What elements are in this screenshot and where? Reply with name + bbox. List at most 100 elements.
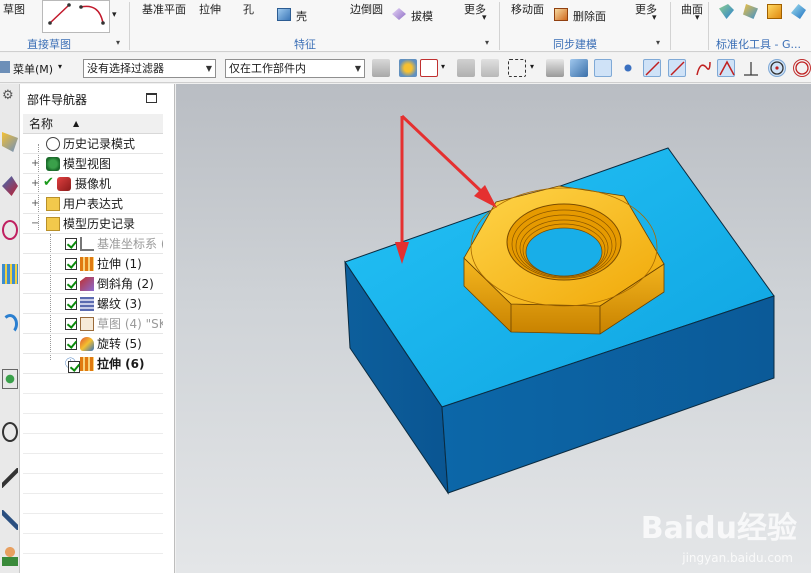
standard-part-icon[interactable] bbox=[719, 4, 734, 19]
edge-blend-button[interactable]: 边倒圆 bbox=[350, 1, 383, 17]
more-chevron-icon[interactable]: ▾ bbox=[652, 13, 657, 23]
collapse-icon[interactable]: − bbox=[31, 214, 39, 233]
assembly-navigator-icon[interactable] bbox=[2, 132, 18, 152]
tree-item-history-mode[interactable]: 历史记录模式 bbox=[23, 134, 163, 154]
empty-row bbox=[23, 514, 163, 534]
datum-plane-button[interactable]: 基准平面 bbox=[142, 1, 186, 17]
visibility-checkbox[interactable] bbox=[68, 361, 80, 373]
hole-bottom-face bbox=[525, 227, 603, 277]
empty-row bbox=[23, 374, 163, 394]
toolbar-glyphs bbox=[645, 60, 809, 76]
tree-item-sketch-4[interactable]: 草图 (4) "SKETCH_000" bbox=[23, 314, 163, 334]
role-icon[interactable] bbox=[2, 546, 18, 566]
visibility-checkbox[interactable] bbox=[65, 258, 77, 270]
clock-icon bbox=[46, 137, 60, 151]
gear-icon[interactable]: ⚙ bbox=[2, 88, 18, 108]
graphics-window[interactable]: Baidu经验 jingyan.baidu.com bbox=[176, 84, 811, 573]
tree-item-model-views[interactable]: + 模型视图 bbox=[23, 154, 163, 174]
tree-item-revolve-5[interactable]: 旋转 (5) bbox=[23, 334, 163, 354]
tree-item-chamfer-2[interactable]: 倒斜角 (2) bbox=[23, 274, 163, 294]
web-browser-icon[interactable] bbox=[2, 369, 18, 389]
move-face-button[interactable]: 移动面 bbox=[511, 1, 544, 17]
tree-item-label: 拉伸 (1) bbox=[97, 257, 142, 271]
surface-chevron-icon[interactable]: ▾ bbox=[695, 13, 700, 23]
name-column-label: 名称 bbox=[29, 117, 54, 131]
empty-row bbox=[23, 494, 163, 514]
ribbon: 草图 ▾ 直接草图 ▾ 基准平面 拉伸 孔 壳 边倒圆 拔模 更多 ▾ 特征 ▾… bbox=[0, 0, 811, 52]
group-expand-icon[interactable]: ▾ bbox=[656, 38, 660, 47]
hd3d-tools-icon[interactable] bbox=[2, 314, 18, 334]
tree-item-user-expressions[interactable]: + 用户表达式 bbox=[23, 194, 163, 214]
sync-group-label: 同步建模 bbox=[553, 38, 597, 51]
maximize-icon[interactable] bbox=[146, 93, 157, 103]
draft-button[interactable]: 拔模 bbox=[411, 8, 433, 24]
chamfer-icon bbox=[80, 277, 94, 291]
visibility-checkbox[interactable] bbox=[65, 318, 77, 330]
tree-item-thread-3[interactable]: 螺纹 (3) bbox=[23, 294, 163, 314]
tree-item-extrude-6[interactable]: ⓘ 拉伸 (6) bbox=[23, 354, 163, 374]
name-column-header[interactable]: 名称 ▲ bbox=[23, 114, 163, 134]
expand-icon[interactable]: + bbox=[31, 194, 39, 213]
manufacturing-wizard-icon[interactable] bbox=[2, 510, 18, 530]
standard-part-icon[interactable] bbox=[791, 4, 806, 19]
expand-icon[interactable]: + bbox=[31, 154, 39, 173]
sketch-icon bbox=[80, 317, 94, 331]
tree-item-label: 螺纹 (3) bbox=[97, 297, 142, 311]
tree-item-label: 草图 (4) "SKETCH_000" bbox=[97, 317, 163, 331]
sort-ascending-icon: ▲ bbox=[73, 119, 80, 128]
group-expand-icon[interactable]: ▾ bbox=[485, 38, 489, 47]
empty-row bbox=[23, 454, 163, 474]
shell-icon bbox=[277, 8, 291, 21]
tree-item-label: 倒斜角 (2) bbox=[97, 277, 154, 291]
process-studio-icon[interactable] bbox=[2, 468, 18, 488]
tree-item-label: 模型视图 bbox=[63, 157, 112, 171]
tree-item-label: 摄像机 bbox=[75, 177, 112, 191]
group-expand-icon[interactable]: ▾ bbox=[116, 38, 120, 47]
more-chevron-icon[interactable]: ▾ bbox=[482, 13, 487, 23]
tree-item-model-history[interactable]: − 模型历史记录 bbox=[23, 214, 163, 234]
visibility-checkbox[interactable] bbox=[65, 338, 77, 350]
hole-button[interactable]: 孔 bbox=[243, 1, 254, 17]
visibility-checkbox[interactable] bbox=[65, 298, 77, 310]
delete-face-button[interactable]: 删除面 bbox=[573, 8, 606, 24]
extrude-button[interactable]: 拉伸 bbox=[199, 1, 221, 17]
reuse-library-icon[interactable] bbox=[2, 264, 18, 284]
sketch-curve-gallery[interactable] bbox=[42, 0, 110, 33]
tree-item-label: 历史记录模式 bbox=[63, 137, 136, 151]
thread-icon bbox=[80, 297, 94, 311]
draft-icon bbox=[392, 8, 406, 20]
tree-item-extrude-1[interactable]: 拉伸 (1) bbox=[23, 254, 163, 274]
watermark-url: jingyan.baidu.com bbox=[682, 551, 793, 565]
standard-part-icon[interactable] bbox=[767, 4, 782, 19]
tree-item-label: 用户表达式 bbox=[63, 197, 124, 211]
tree-item-datum-csys[interactable]: 基准坐标系 (0) bbox=[23, 234, 163, 254]
ribbon-divider bbox=[499, 2, 500, 50]
empty-row bbox=[23, 534, 163, 554]
tree-item-label: 基准坐标系 (0) bbox=[97, 237, 163, 251]
part-navigator-icon[interactable] bbox=[2, 220, 18, 240]
checkmark-icon: ✔ bbox=[43, 175, 54, 190]
extrude-icon bbox=[80, 357, 94, 371]
gallery-more-icon[interactable]: ▾ bbox=[112, 10, 117, 20]
history-clock-icon[interactable] bbox=[2, 422, 18, 442]
empty-row bbox=[23, 434, 163, 454]
shell-button[interactable]: 壳 bbox=[296, 8, 307, 24]
sketch-button[interactable]: 草图 bbox=[3, 1, 25, 17]
camera-icon bbox=[57, 177, 71, 191]
tree-item-cameras[interactable]: + ✔ 摄像机 bbox=[23, 174, 163, 194]
visibility-checkbox[interactable] bbox=[65, 278, 77, 290]
resource-bar: ⚙ bbox=[0, 84, 20, 573]
empty-row bbox=[23, 394, 163, 414]
line-arc-icon bbox=[48, 3, 105, 25]
visibility-checkbox[interactable] bbox=[65, 238, 77, 250]
revolve-icon bbox=[80, 337, 94, 351]
standard-tools-group-label: 标准化工具 - G... bbox=[716, 38, 801, 51]
delete-face-icon bbox=[554, 8, 568, 21]
standard-part-icon[interactable] bbox=[743, 4, 758, 19]
expand-icon[interactable]: + bbox=[31, 174, 39, 193]
extrude-icon bbox=[80, 257, 94, 271]
tree-item-label: 旋转 (5) bbox=[97, 337, 142, 351]
constraint-navigator-icon[interactable] bbox=[2, 176, 18, 196]
ribbon-divider bbox=[129, 2, 130, 50]
model-canvas[interactable] bbox=[176, 84, 811, 573]
